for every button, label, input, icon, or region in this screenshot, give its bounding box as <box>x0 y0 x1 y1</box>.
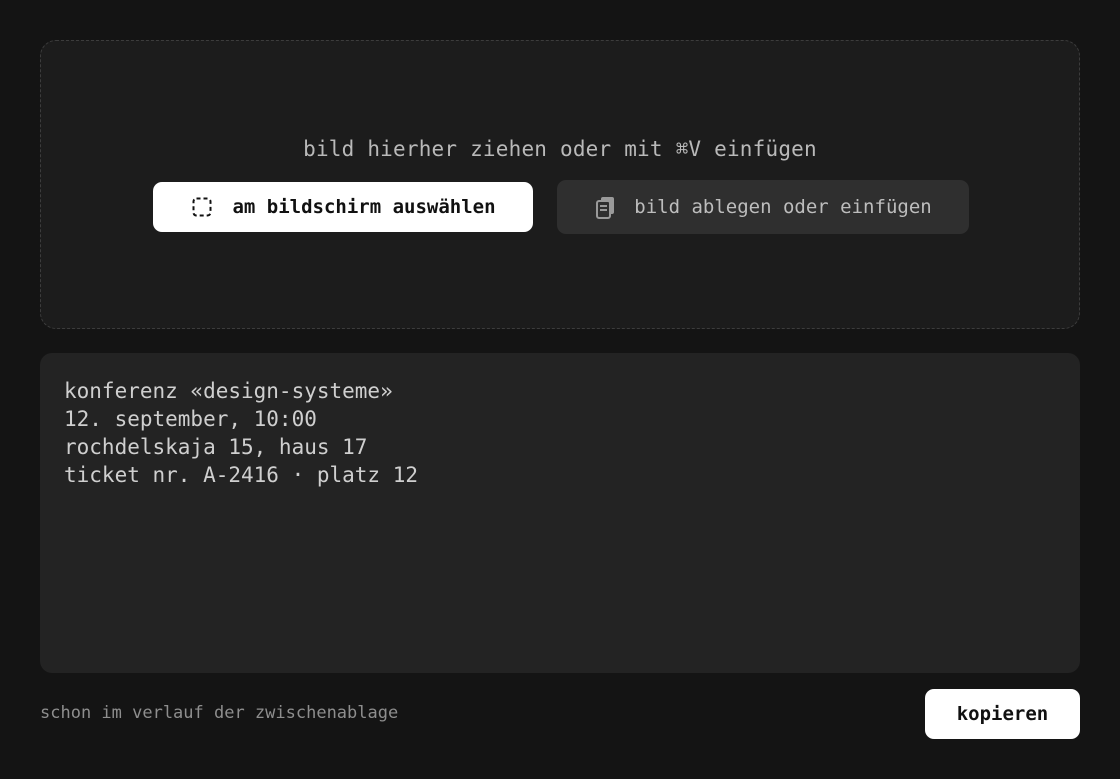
select-on-screen-button[interactable]: am bildschirm auswählen <box>153 182 533 232</box>
result-line: ticket nr. A-2416 · platz 12 <box>64 463 419 487</box>
image-dropzone[interactable]: bild hierher ziehen oder mit ⌘V einfügen… <box>40 40 1080 329</box>
result-line: 12. september, 10:00 <box>64 407 317 431</box>
select-on-screen-label: am bildschirm auswählen <box>232 196 496 218</box>
selection-icon <box>190 195 214 219</box>
drop-hint: bild hierher ziehen oder mit ⌘V einfügen <box>303 137 817 161</box>
clipboard-status: schon im verlauf der zwischenablage <box>40 703 399 723</box>
recognized-text-output[interactable]: konferenz «design-systeme» 12. september… <box>40 353 1080 673</box>
paste-image-label: bild ablegen oder einfügen <box>634 196 932 218</box>
paste-image-button[interactable]: bild ablegen oder einfügen <box>557 180 969 234</box>
result-line: konferenz «design-systeme» <box>64 379 393 403</box>
result-line: rochdelskaja 15, haus 17 <box>64 435 368 459</box>
copy-button[interactable]: kopieren <box>925 689 1080 739</box>
clipboard-icon <box>594 195 618 219</box>
